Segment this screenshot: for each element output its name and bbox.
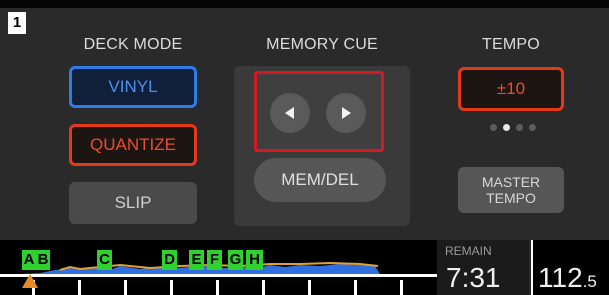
quantize-button[interactable]: QUANTIZE bbox=[69, 124, 197, 166]
master-tempo-label-line2: TEMPO bbox=[486, 190, 536, 206]
bpm-decimal: .5 bbox=[582, 272, 597, 291]
page-dot-active bbox=[503, 124, 510, 131]
master-tempo-label-line1: MASTER bbox=[481, 174, 541, 190]
cue-point-d: D bbox=[162, 250, 177, 270]
remaining-time: 7:31 bbox=[446, 262, 501, 293]
cue-point-e: E bbox=[189, 250, 204, 270]
cue-point-g: G bbox=[228, 250, 243, 270]
deck-number-badge: 1 bbox=[8, 12, 26, 34]
vinyl-button[interactable]: VINYL bbox=[69, 66, 197, 108]
slip-button[interactable]: SLIP bbox=[69, 182, 197, 224]
cue-point-a: A bbox=[22, 250, 36, 270]
deck-mode-title: DECK MODE bbox=[83, 36, 183, 53]
cue-point-c: C bbox=[97, 250, 112, 270]
master-tempo-button[interactable]: MASTER TEMPO bbox=[458, 167, 564, 213]
cue-point-h: H bbox=[246, 250, 263, 270]
page-dot bbox=[529, 124, 536, 131]
page-dot bbox=[490, 124, 497, 131]
tempo-range-page-indicator bbox=[490, 124, 540, 132]
deck-control-panel: 1 DECK MODE VINYL QUANTIZE SLIP MEMORY C… bbox=[0, 0, 609, 295]
tempo-range-button[interactable]: ±10 bbox=[458, 67, 564, 111]
mem-del-button[interactable]: MEM/DEL bbox=[254, 158, 386, 202]
cue-point-b: B bbox=[36, 250, 50, 270]
memory-cue-title: MEMORY CUE bbox=[266, 36, 378, 53]
top-bar bbox=[0, 0, 609, 8]
page-dot bbox=[516, 124, 523, 131]
bpm-value: 112.5 bbox=[538, 262, 597, 294]
tempo-title: TEMPO bbox=[482, 36, 540, 53]
remain-label: REMAIN bbox=[445, 244, 492, 258]
memory-cue-next-button[interactable] bbox=[326, 93, 366, 133]
triangle-right-icon bbox=[342, 107, 351, 119]
bpm-integer: 112 bbox=[538, 262, 583, 293]
cue-point-f: F bbox=[207, 250, 222, 270]
memory-cue-previous-button[interactable] bbox=[270, 93, 310, 133]
triangle-left-icon bbox=[285, 107, 294, 119]
